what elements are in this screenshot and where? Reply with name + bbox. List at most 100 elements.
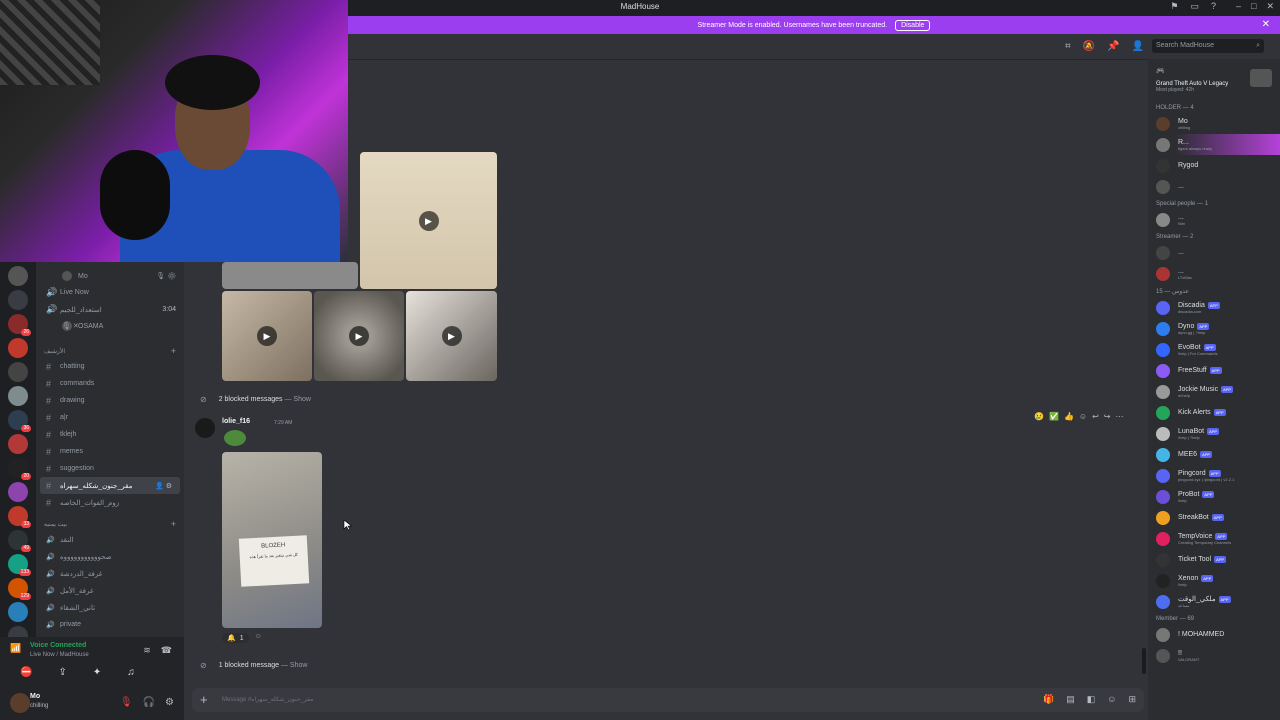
member-item[interactable]: !! VALORANT — [1148, 645, 1280, 666]
check-emoji-icon[interactable]: ✅ — [1049, 412, 1059, 421]
member-item[interactable]: MEE6 APP — [1148, 444, 1280, 465]
add-reaction-icon[interactable]: ☺ — [1079, 412, 1087, 421]
server-icon[interactable]: 26 — [8, 314, 31, 336]
text-channel[interactable]: # commands — [36, 375, 184, 392]
member-item[interactable]: ... — [1148, 176, 1280, 197]
photo-attachment[interactable]: BLOZEH كل شي بيتغير بعد ما تقرأ هذه — [222, 452, 322, 628]
member-item[interactable]: Discadia APP discadia.com — [1148, 297, 1280, 318]
noise-suppression-icon[interactable]: ≋ — [143, 645, 151, 656]
server-icon[interactable] — [8, 290, 28, 310]
search-input[interactable]: Search MadHouse ⌕ — [1152, 39, 1264, 53]
voice-channel-live-now[interactable]: 🔊 Live Now — [36, 284, 184, 301]
video-attachment[interactable]: ▶ — [222, 291, 312, 381]
camera-off-icon[interactable]: ⛔ — [20, 667, 32, 678]
member-item[interactable]: Xenon APP/help — [1148, 570, 1280, 591]
emoji-icon[interactable]: ☺ — [1107, 694, 1116, 705]
text-channel[interactable]: # drawing — [36, 392, 184, 409]
member-item[interactable]: EvoBot APP !help | For Commands — [1148, 339, 1280, 360]
member-item[interactable]: ! MOHAMMED — [1148, 624, 1280, 645]
gear-icon[interactable]: ⚙ — [165, 697, 174, 708]
soundboard-icon[interactable]: ♫ — [127, 667, 135, 678]
play-icon[interactable]: ▶ — [257, 326, 277, 346]
server-icon[interactable]: 33 — [8, 506, 31, 528]
text-channel[interactable]: # مقر_جنون_شكله_سهراه 👤 ⚙ — [40, 477, 180, 494]
play-icon[interactable]: ▶ — [441, 326, 462, 346]
message-composer[interactable]: + Message #مقر_جنون_شكله_سهراه 🎁 ▤ ◧ ☺ ⊞ — [192, 688, 1144, 712]
text-channel[interactable]: # suggestion — [36, 460, 184, 477]
server-icon[interactable]: 36 — [8, 410, 31, 432]
server-icon[interactable] — [8, 434, 28, 454]
image-attachment[interactable] — [222, 262, 358, 289]
server-icon[interactable] — [8, 482, 28, 502]
text-channel[interactable]: # chatting — [36, 358, 184, 375]
text-channel[interactable]: # زوم_الفوات_الخاصه — [36, 494, 184, 511]
show-blocked-button[interactable]: Show — [290, 662, 308, 669]
text-channel[interactable]: # a|r — [36, 409, 184, 426]
text-channel[interactable]: # tklejh — [36, 426, 184, 443]
more-icon[interactable]: ⋯ — [1115, 412, 1123, 421]
monitor-icon[interactable]: ▭ — [1190, 1, 1199, 12]
member-item[interactable]: FreeStuff APP — [1148, 360, 1280, 381]
avatar[interactable] — [10, 693, 30, 713]
member-item[interactable]: ProBot APP/help — [1148, 486, 1280, 507]
voice-channel[interactable]: 🔊 غرفة_الدردشة — [36, 565, 184, 582]
add-reaction-icon[interactable]: ☺ — [255, 633, 262, 643]
reply-icon[interactable]: ↩ — [1092, 412, 1099, 421]
member-item[interactable]: Kick Alerts APP — [1148, 402, 1280, 423]
member-list-icon[interactable]: 👤 — [1132, 41, 1144, 52]
add-channel-icon[interactable]: + — [171, 519, 176, 529]
member-item[interactable]: Jockie Music APP m!help — [1148, 381, 1280, 402]
reaction-pill[interactable]: 🔔 1 — [222, 633, 249, 643]
activities-icon[interactable]: ✦ — [93, 667, 101, 678]
message-author[interactable]: lolie_f16 — [222, 418, 250, 425]
minimize-button[interactable]: – — [1236, 1, 1241, 12]
member-item[interactable]: StreakBot APP — [1148, 507, 1280, 528]
thumbs-up-emoji-icon[interactable]: 👍 — [1064, 412, 1074, 421]
play-icon[interactable]: ▶ — [418, 210, 439, 231]
voice-channel[interactable]: 🔊 ثاني_الشقاء — [36, 599, 184, 616]
server-icon[interactable] — [8, 602, 28, 622]
voice-user-osama[interactable]: OSAMA 🎙 ✕ — [36, 318, 184, 334]
member-item[interactable]: Mo chilling — [1148, 113, 1280, 134]
gif-icon[interactable]: ▤ — [1066, 694, 1075, 705]
sticker-icon[interactable]: ◧ — [1087, 694, 1096, 705]
add-attachment-icon[interactable]: + — [200, 692, 208, 707]
play-icon[interactable]: ▶ — [349, 326, 369, 346]
member-item[interactable]: Dyno APP dyno.gg | ?help — [1148, 318, 1280, 339]
category-yemen-house[interactable]: بيت يمنيه + — [36, 517, 184, 531]
server-icon[interactable] — [8, 362, 28, 382]
server-icon[interactable]: 133 — [8, 554, 31, 576]
reaction-emoji-icon[interactable]: 😢 — [1034, 412, 1044, 421]
server-icon[interactable] — [8, 266, 28, 286]
inbox-icon[interactable]: ⚑ — [1170, 1, 1178, 12]
member-item[interactable]: ملكي_الوقت APP مساعد — [1148, 591, 1280, 612]
close-banner-icon[interactable]: ✕ — [1262, 19, 1270, 30]
show-blocked-button[interactable]: Show — [293, 396, 311, 403]
avatar[interactable] — [195, 418, 215, 438]
voice-channel-gym[interactable]: 🔊 استعداد_للجيم 3:04 — [36, 301, 184, 318]
threads-icon[interactable]: ⌗ — [1065, 41, 1071, 52]
category-archive[interactable]: الأرشيف + — [36, 344, 184, 358]
member-item[interactable]: ... — [1148, 242, 1280, 263]
member-item[interactable]: LunaBot APP/help | ?help — [1148, 423, 1280, 444]
video-attachment[interactable]: ▶ — [360, 152, 497, 289]
voice-channel[interactable]: 🔊 النقد — [36, 531, 184, 548]
maximize-button[interactable]: □ — [1251, 1, 1256, 12]
member-item[interactable]: ... Nim — [1148, 209, 1280, 230]
member-item[interactable]: ... LTxMax — [1148, 263, 1280, 284]
server-icon[interactable] — [8, 338, 28, 358]
forward-icon[interactable]: ↪ — [1104, 412, 1111, 421]
help-icon[interactable]: ? — [1211, 1, 1216, 12]
activity-card[interactable]: 🎮 Grand Theft Auto V Legacy Most played:… — [1148, 59, 1280, 101]
voice-status[interactable]: Voice Connected — [30, 642, 86, 649]
apps-icon[interactable]: ⊞ — [1128, 694, 1136, 705]
mic-muted-icon[interactable]: 🎙 — [120, 697, 133, 708]
disconnect-icon[interactable]: ☎ — [161, 645, 172, 656]
close-window-button[interactable]: ✕ — [1266, 1, 1274, 12]
voice-user-mo[interactable]: Mo 🎙 ⚙ — [36, 268, 184, 284]
member-item[interactable]: Ticket Tool APP — [1148, 549, 1280, 570]
channel-settings-icon[interactable]: 👤 ⚙ — [155, 482, 172, 490]
screen-share-icon[interactable]: ⇪ — [58, 667, 66, 678]
video-attachment[interactable]: ▶ — [406, 291, 497, 381]
mute-icon[interactable]: 🔕 — [1083, 41, 1095, 52]
